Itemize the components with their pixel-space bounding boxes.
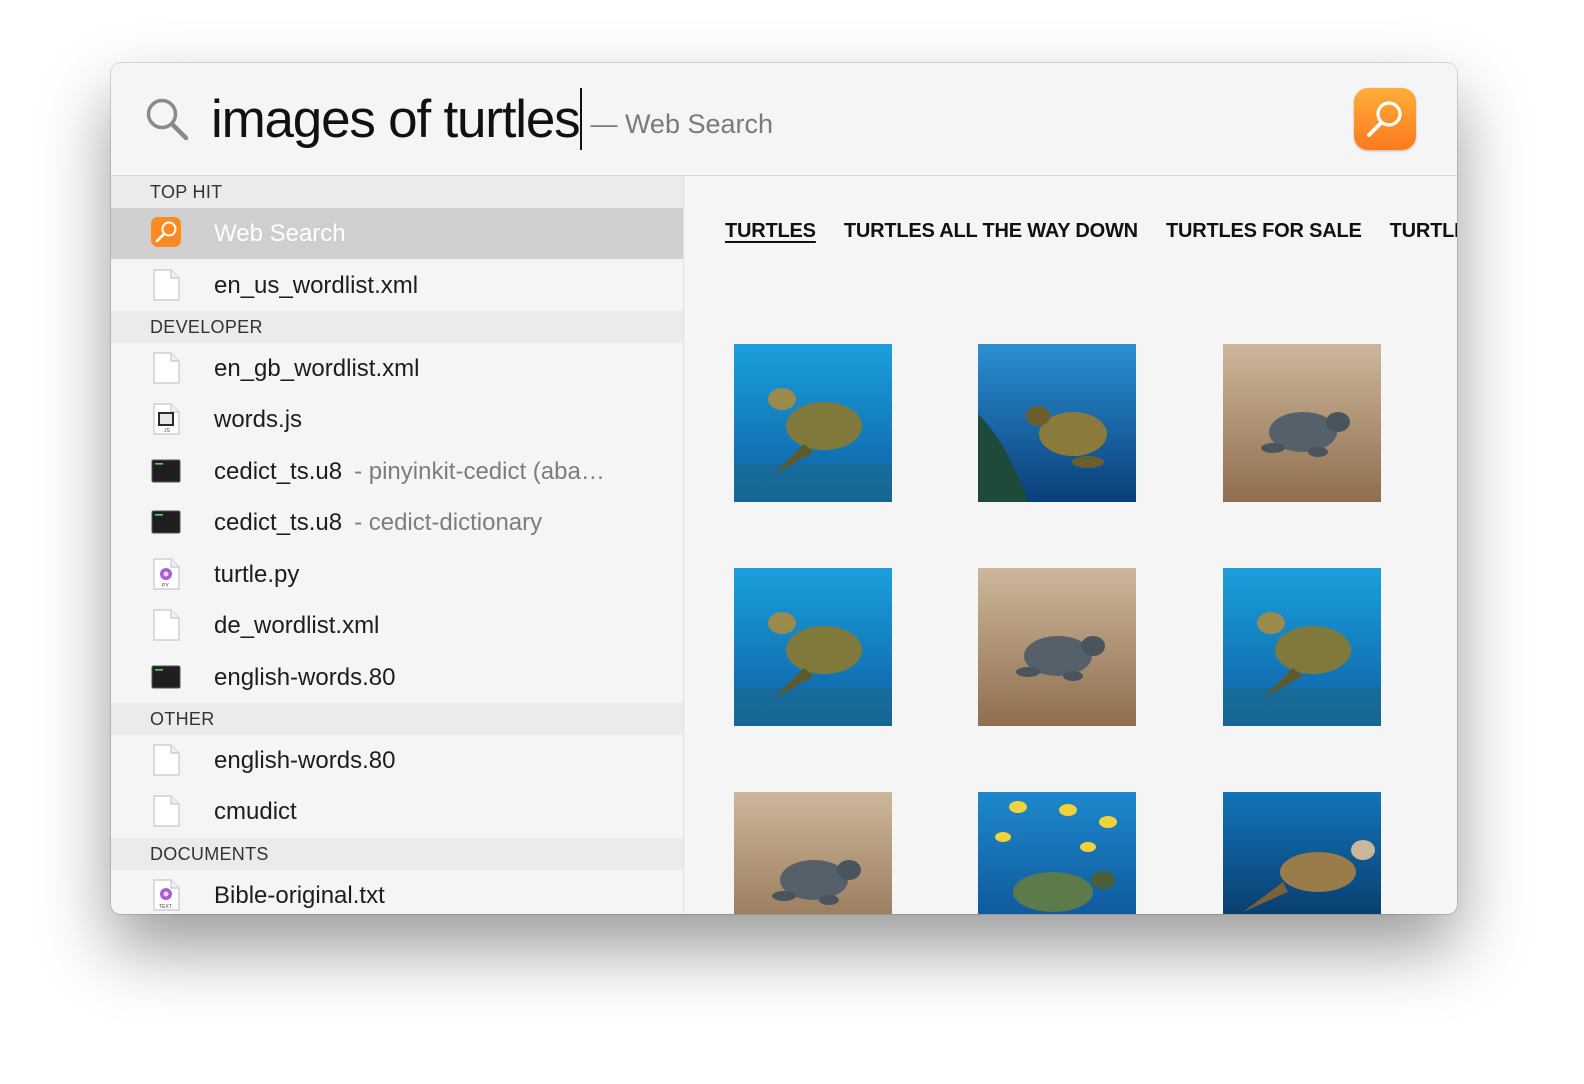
result-label-container: english-words.80 xyxy=(214,652,395,703)
baby-turtle-image[interactable] xyxy=(978,568,1136,726)
result-label-container: de_wordlist.xml xyxy=(214,600,379,651)
search-input[interactable]: images of turtles — Web Search xyxy=(211,87,773,151)
terminal-file-icon xyxy=(151,510,181,534)
search-icon xyxy=(146,98,189,141)
js-file-icon: JS xyxy=(153,403,180,435)
result-label: cmudict xyxy=(214,798,297,825)
sea-turtle-image[interactable] xyxy=(734,344,892,502)
search-query-text: images of turtles xyxy=(211,89,581,149)
result-row[interactable]: TEXT Bible-original.txt xyxy=(111,870,683,914)
result-label: words.js xyxy=(214,406,303,433)
section-header-developer: DEVELOPER xyxy=(111,311,683,343)
result-row[interactable]: PY turtle.py xyxy=(111,549,683,600)
result-label: Web Search xyxy=(214,220,346,247)
result-label-container: Bible-original.txt xyxy=(214,870,385,914)
baby-turtle-image[interactable] xyxy=(734,792,892,914)
search-hint: — Web Search xyxy=(590,108,774,139)
image-tab[interactable]: TURTLES ALL THE WAY DOWN xyxy=(844,220,1138,243)
result-label: Bible-original.txt xyxy=(214,882,385,909)
result-label: en_gb_wordlist.xml xyxy=(214,355,420,382)
image-tab[interactable]: TURTLES xyxy=(725,220,816,243)
text-caret xyxy=(580,88,583,150)
result-row[interactable]: cedict_ts.u8 - cedict-dictionary xyxy=(111,497,683,548)
result-detail: - pinyinkit-cedict (aba… xyxy=(354,458,605,485)
sea-turtle-image[interactable] xyxy=(1223,792,1381,914)
result-label-container: cedict_ts.u8 - cedict-dictionary xyxy=(214,497,542,548)
result-label-container: cedict_ts.u8 - pinyinkit-cedict (aba… xyxy=(214,446,605,497)
result-label-container: Web Search xyxy=(214,208,346,259)
document-icon xyxy=(153,795,180,827)
section-header-documents: DOCUMENTS xyxy=(111,838,683,870)
results-sidebar: TOP HIT Web Search en_us_wordlist.xml DEVEL… xyxy=(111,176,684,914)
result-row[interactable]: de_wordlist.xml xyxy=(111,600,683,651)
result-row[interactable]: english-words.80 xyxy=(111,735,683,786)
terminal-file-icon xyxy=(151,459,181,483)
text-file-icon: TEXT xyxy=(153,879,180,911)
sea-turtle-image[interactable] xyxy=(978,344,1136,502)
web-search-icon xyxy=(151,217,181,247)
section-header-other: OTHER xyxy=(111,703,683,735)
baby-turtle-image[interactable] xyxy=(1223,344,1381,502)
result-label: cedict_ts.u8 xyxy=(214,509,343,536)
document-icon xyxy=(153,609,180,641)
document-icon xyxy=(153,352,180,384)
python-file-icon: PY xyxy=(153,558,180,590)
svg-text:JS: JS xyxy=(164,428,171,434)
result-label: cedict_ts.u8 xyxy=(214,458,343,485)
svg-text:PY: PY xyxy=(162,583,169,589)
web-search-preview: TURTLES TURTLES ALL THE WAY DOWN TURTLES F… xyxy=(684,176,1457,914)
image-topic-tabs: TURTLES TURTLES ALL THE WAY DOWN TURTLES F… xyxy=(725,220,1457,243)
document-icon xyxy=(153,744,180,776)
sea-turtle-image[interactable] xyxy=(1223,568,1381,726)
document-icon xyxy=(153,269,180,301)
sea-turtle-image[interactable] xyxy=(734,568,892,726)
terminal-file-icon xyxy=(151,665,181,689)
result-row[interactable]: english-words.80 xyxy=(111,652,683,703)
result-label: de_wordlist.xml xyxy=(214,612,380,639)
sea-turtle-image[interactable] xyxy=(978,792,1136,914)
svg-text:TEXT: TEXT xyxy=(159,904,172,910)
result-label: english-words.80 xyxy=(214,747,396,774)
result-label-container: words.js xyxy=(214,394,302,445)
result-label: turtle.py xyxy=(214,561,300,588)
result-label-container: en_gb_wordlist.xml xyxy=(214,343,419,394)
result-row[interactable]: en_gb_wordlist.xml xyxy=(111,343,683,394)
section-header-top-hit: TOP HIT xyxy=(111,176,683,208)
image-tab[interactable]: TURTLES xyxy=(1390,220,1457,243)
search-bar: images of turtles — Web Search xyxy=(111,63,1457,176)
result-label: en_us_wordlist.xml xyxy=(214,272,419,299)
image-tab[interactable]: TURTLES FOR SALE xyxy=(1166,220,1362,243)
result-label-container: en_us_wordlist.xml xyxy=(214,260,418,311)
result-row[interactable]: en_us_wordlist.xml xyxy=(111,260,683,311)
result-row[interactable]: cedict_ts.u8 - pinyinkit-cedict (aba… xyxy=(111,446,683,497)
result-label: english-words.80 xyxy=(214,664,396,691)
result-row[interactable]: cmudict xyxy=(111,786,683,837)
result-label-container: english-words.80 xyxy=(214,735,395,786)
result-row-selected[interactable]: Web Search xyxy=(111,208,683,259)
result-label-container: cmudict xyxy=(214,786,297,837)
spotlight-window: images of turtles — Web Search TOP HIT Web… xyxy=(111,63,1457,914)
result-detail: - cedict-dictionary xyxy=(354,509,543,536)
web-search-app-icon[interactable] xyxy=(1354,88,1416,150)
result-label-container: turtle.py xyxy=(214,549,299,600)
result-row[interactable]: JS words.js xyxy=(111,394,683,445)
